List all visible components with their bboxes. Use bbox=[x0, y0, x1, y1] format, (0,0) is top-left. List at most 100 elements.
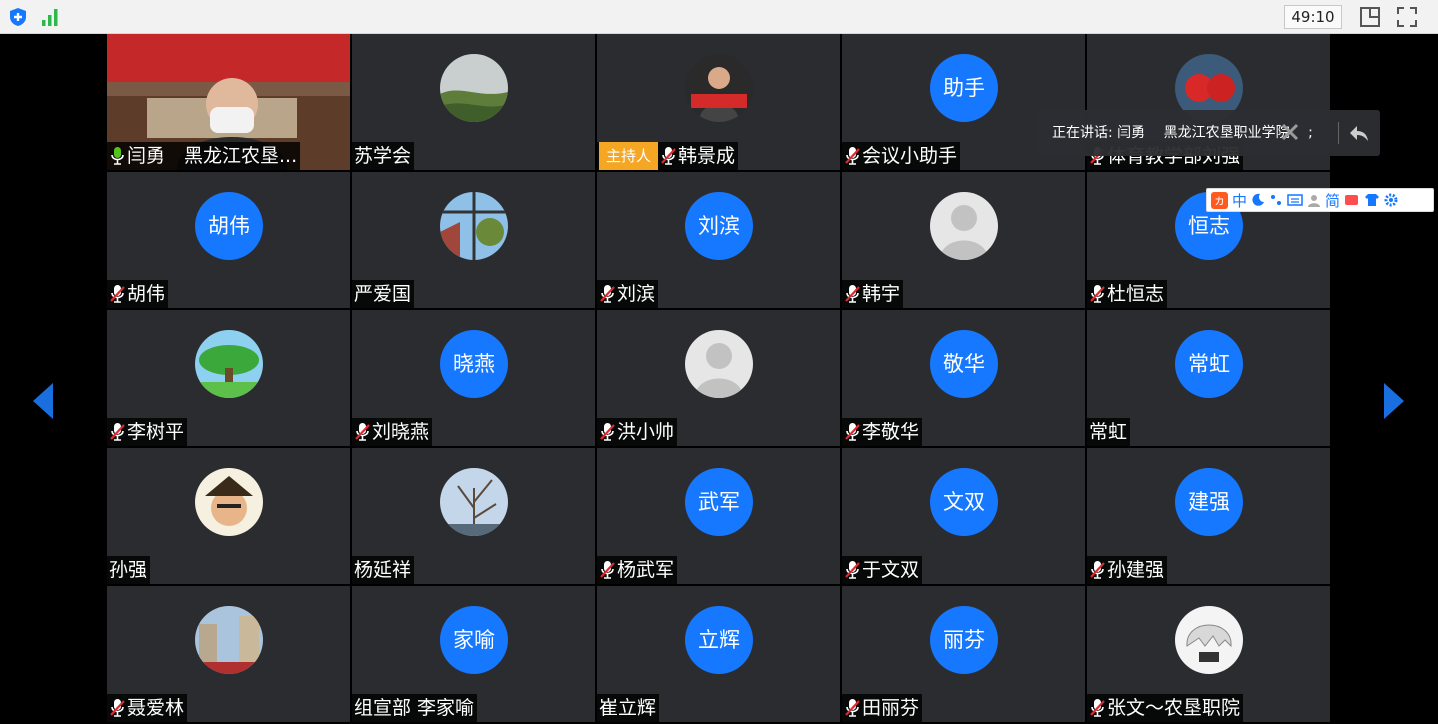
participant-tile[interactable]: 严爱国 bbox=[352, 172, 595, 308]
next-page-arrow-icon[interactable] bbox=[1382, 383, 1404, 419]
microphone-on-icon[interactable] bbox=[109, 146, 126, 166]
participant-tile[interactable]: 洪小帅 bbox=[597, 310, 840, 446]
avatar: 敬华 bbox=[930, 330, 998, 398]
keyboard-icon[interactable] bbox=[1287, 193, 1303, 207]
participant-name: 常虹 bbox=[1089, 421, 1128, 443]
participant-tile[interactable]: 苏学会 bbox=[352, 34, 595, 170]
microphone-muted-icon[interactable] bbox=[599, 422, 616, 442]
avatar: 立辉 bbox=[685, 606, 753, 674]
fullscreen-icon[interactable] bbox=[1396, 6, 1418, 28]
participant-name: 李敬华 bbox=[862, 421, 920, 443]
participant-tile[interactable]: 刘滨 刘滨 bbox=[597, 172, 840, 308]
microphone-muted-icon[interactable] bbox=[844, 698, 861, 718]
participant-tile[interactable]: 闫勇 黑龙江农垦... bbox=[107, 34, 350, 170]
participant-tile[interactable]: 杨延祥 bbox=[352, 448, 595, 584]
reply-icon[interactable] bbox=[1348, 122, 1370, 144]
participant-name: 苏学会 bbox=[354, 145, 412, 167]
participant-label: 张文～农垦职院 bbox=[1087, 694, 1244, 722]
microphone-muted-icon[interactable] bbox=[354, 422, 371, 442]
participant-name: 孙建强 bbox=[1107, 559, 1165, 581]
participant-tile[interactable]: 文双于文双 bbox=[842, 448, 1085, 584]
microphone-muted-icon[interactable] bbox=[1089, 698, 1106, 718]
layout-switch-icon[interactable] bbox=[1359, 6, 1381, 28]
avatar: 建强 bbox=[1175, 468, 1243, 536]
microphone-muted-icon[interactable] bbox=[844, 422, 861, 442]
ime-logo-icon[interactable]: ヵ bbox=[1211, 191, 1228, 209]
microphone-muted-icon[interactable] bbox=[1089, 560, 1106, 580]
microphone-muted-icon[interactable] bbox=[844, 560, 861, 580]
microphone-muted-icon[interactable] bbox=[844, 146, 861, 166]
avatar: 家喻 bbox=[440, 606, 508, 674]
participant-name: 胡伟 bbox=[127, 283, 166, 305]
participant-label: 于文双 bbox=[842, 556, 923, 584]
participant-tile[interactable]: 主持人 韩景成 bbox=[597, 34, 840, 170]
previous-page-arrow-icon[interactable] bbox=[33, 383, 55, 419]
avatar: 丽芬 bbox=[930, 606, 998, 674]
microphone-muted-icon[interactable] bbox=[599, 284, 616, 304]
avatar bbox=[1175, 606, 1243, 674]
microphone-muted-icon[interactable] bbox=[109, 698, 126, 718]
participant-label: 刘滨 bbox=[597, 280, 659, 308]
speaker-org: 黑龙江农垦职业学院 bbox=[1163, 125, 1290, 141]
avatar: 武军 bbox=[685, 468, 753, 536]
avatar: 文双 bbox=[930, 468, 998, 536]
settings-gear-icon[interactable] bbox=[1384, 193, 1398, 207]
participant-tile[interactable]: 建强孙建强 bbox=[1087, 448, 1330, 584]
participant-name: 崔立辉 bbox=[599, 697, 657, 719]
participant-name: 严爱国 bbox=[354, 283, 412, 305]
participant-label: 常虹 bbox=[1087, 418, 1131, 446]
microphone-muted-icon[interactable] bbox=[599, 560, 616, 580]
avatar bbox=[930, 192, 998, 260]
participant-tile[interactable]: 常虹 常虹 bbox=[1087, 310, 1330, 446]
participant-label: 刘晓燕 bbox=[352, 418, 433, 446]
avatar: 常虹 bbox=[1175, 330, 1243, 398]
participant-name: 洪小帅 bbox=[617, 421, 675, 443]
participant-tile[interactable]: 丽芬田丽芬 bbox=[842, 586, 1085, 722]
microphone-muted-icon[interactable] bbox=[1089, 284, 1106, 304]
ime-simplified-toggle[interactable]: 简 bbox=[1325, 190, 1340, 211]
participant-name: 杨延祥 bbox=[354, 559, 412, 581]
participant-tile[interactable]: 家喻 组宣部 李家喻 bbox=[352, 586, 595, 722]
participant-tile[interactable]: 孙强 bbox=[107, 448, 350, 584]
close-icon[interactable] bbox=[1281, 123, 1299, 141]
user-icon[interactable] bbox=[1307, 193, 1321, 207]
avatar: 胡伟 bbox=[195, 192, 263, 260]
participant-name: 孙强 bbox=[109, 559, 148, 581]
participant-name: 李树平 bbox=[127, 421, 185, 443]
punctuation-icon[interactable] bbox=[1269, 193, 1283, 207]
participant-tile[interactable]: 立辉崔立辉 bbox=[597, 586, 840, 722]
participant-label: 胡伟 bbox=[107, 280, 169, 308]
microphone-muted-icon[interactable] bbox=[660, 146, 677, 166]
participant-label: 孙建强 bbox=[1087, 556, 1168, 584]
skin-icon[interactable] bbox=[1344, 193, 1360, 207]
microphone-muted-icon[interactable] bbox=[844, 284, 861, 304]
participant-tile[interactable]: 晓燕 刘晓燕 bbox=[352, 310, 595, 446]
participant-tile[interactable]: 胡伟 胡伟 bbox=[107, 172, 350, 308]
participant-name: 于文双 bbox=[862, 559, 920, 581]
participant-name: 杨武军 bbox=[617, 559, 675, 581]
participant-name: 田丽芬 bbox=[862, 697, 920, 719]
participant-tile[interactable]: 聂爱林 bbox=[107, 586, 350, 722]
participant-tile[interactable]: 敬华李敬华 bbox=[842, 310, 1085, 446]
active-speaker-popup: 正在讲话: 闫勇 黑龙江农垦职业学院 ; bbox=[1037, 110, 1380, 156]
microphone-muted-icon[interactable] bbox=[109, 284, 126, 304]
shield-icon[interactable] bbox=[8, 7, 28, 27]
participant-name: 刘晓燕 bbox=[372, 421, 430, 443]
network-signal-icon[interactable] bbox=[40, 7, 60, 27]
moon-icon[interactable] bbox=[1251, 193, 1265, 207]
avatar bbox=[685, 330, 753, 398]
microphone-muted-icon[interactable] bbox=[109, 422, 126, 442]
shirt-icon[interactable] bbox=[1364, 193, 1380, 207]
participant-label: 孙强 bbox=[107, 556, 151, 584]
avatar bbox=[195, 330, 263, 398]
participant-tile[interactable]: 韩宇 bbox=[842, 172, 1085, 308]
participant-label: 韩宇 bbox=[842, 280, 904, 308]
avatar bbox=[440, 192, 508, 260]
participant-label: 严爱国 bbox=[352, 280, 415, 308]
participant-tile[interactable]: 张文～农垦职院 bbox=[1087, 586, 1330, 722]
participant-tile[interactable]: 武军杨武军 bbox=[597, 448, 840, 584]
participant-name: 韩宇 bbox=[862, 283, 901, 305]
participant-label: 会议小助手 bbox=[842, 142, 961, 170]
ime-language-toggle[interactable]: 中 bbox=[1232, 190, 1247, 211]
participant-tile[interactable]: 李树平 bbox=[107, 310, 350, 446]
